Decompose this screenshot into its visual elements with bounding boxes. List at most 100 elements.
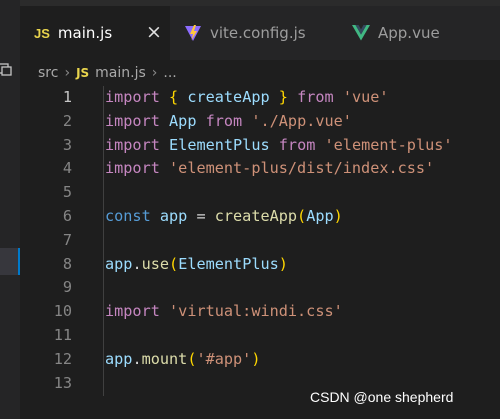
explorer-icon[interactable] xyxy=(0,62,12,76)
code-token: use xyxy=(141,254,170,273)
code-token: app xyxy=(105,254,133,273)
code-token: import xyxy=(105,159,160,178)
line-number: 12 xyxy=(53,349,72,368)
line-number: 1 xyxy=(62,88,72,106)
code-token: ( xyxy=(297,207,307,225)
code-text: app.use(ElementPlus) xyxy=(105,253,288,276)
code-token: import xyxy=(105,88,160,106)
code-token: import xyxy=(105,135,160,154)
breadcrumb-more[interactable]: ... xyxy=(163,65,176,81)
js-icon: JS xyxy=(76,66,90,80)
tab-label: vite.config.js xyxy=(210,24,306,42)
chevron-right-icon: › xyxy=(64,65,71,81)
code-text: app.mount('#app') xyxy=(105,348,261,371)
activity-bar xyxy=(0,0,20,419)
code-token: 'element-plus' xyxy=(324,135,453,154)
code-token: import xyxy=(105,111,160,130)
code-token: const xyxy=(105,207,151,225)
code-line[interactable]: 1 import { createApp } from 'vue' xyxy=(20,86,500,109)
code-token: createApp xyxy=(214,207,298,225)
code-token: } xyxy=(278,88,288,106)
js-icon: JS xyxy=(34,25,50,41)
line-number: 5 xyxy=(62,183,72,202)
code-line[interactable]: 12 app.mount('#app') xyxy=(20,348,500,371)
code-line[interactable]: 5 xyxy=(20,181,500,204)
code-token: import xyxy=(105,302,160,321)
breadcrumb-folder[interactable]: src xyxy=(38,65,58,81)
code-token: './App.vue' xyxy=(251,111,352,130)
code-token: 'virtual:windi.css' xyxy=(169,302,343,321)
line-number: 3 xyxy=(62,135,72,154)
code-line[interactable]: 8 app.use(ElementPlus) xyxy=(20,253,500,276)
code-token: from xyxy=(297,88,334,106)
vue-icon xyxy=(352,25,370,41)
code-token: from xyxy=(278,135,316,154)
editor-tabs: JS main.js × vite.config.js App.vue xyxy=(20,6,500,60)
line-number: 4 xyxy=(62,159,72,178)
code-token: 'element-plus/dist/index.css' xyxy=(169,159,435,178)
code-token: ) xyxy=(251,349,261,368)
line-number: 2 xyxy=(62,111,72,130)
code-token: from xyxy=(205,111,243,130)
code-line[interactable]: 9 xyxy=(20,276,500,299)
tab-label: main.js xyxy=(57,24,113,42)
activity-selected-indicator[interactable] xyxy=(0,248,20,275)
code-line[interactable]: 7 xyxy=(20,229,500,252)
code-text: import { createApp } from 'vue' xyxy=(105,86,389,109)
code-token: ) xyxy=(333,207,343,225)
code-line[interactable]: 10 import 'virtual:windi.css' xyxy=(20,300,500,323)
breadcrumb: src › JS main.js › ... xyxy=(38,62,177,84)
line-number: 10 xyxy=(53,302,72,321)
code-token: { xyxy=(169,88,179,106)
line-number: 7 xyxy=(62,230,72,249)
code-text: const app = createApp(App) xyxy=(105,205,343,228)
line-number: 13 xyxy=(53,373,72,392)
code-line[interactable]: 11 xyxy=(20,324,500,347)
code-text: import App from './App.vue' xyxy=(105,110,352,133)
watermark: CSDN @one shepherd xyxy=(310,389,454,405)
line-number: 11 xyxy=(53,326,72,344)
code-token: = xyxy=(187,207,215,225)
close-icon[interactable]: × xyxy=(146,23,162,42)
code-token: createApp xyxy=(187,88,270,106)
code-token: ( xyxy=(169,254,179,273)
breadcrumb-file[interactable]: main.js xyxy=(95,65,146,81)
code-token: '#app' xyxy=(196,349,252,368)
vite-icon xyxy=(185,25,201,41)
code-text: import 'virtual:windi.css' xyxy=(105,300,343,323)
code-token: 'vue' xyxy=(342,88,389,106)
line-number: 9 xyxy=(62,278,72,297)
code-line[interactable]: 2 import App from './App.vue' xyxy=(20,110,500,133)
code-token: mount xyxy=(141,349,188,368)
code-text: import ElementPlus from 'element-plus' xyxy=(105,134,453,157)
code-line[interactable]: 4 import 'element-plus/dist/index.css' xyxy=(20,157,500,180)
code-token: App xyxy=(169,111,197,130)
code-token: ElementPlus xyxy=(169,135,270,154)
tab-app-vue[interactable]: App.vue xyxy=(338,6,478,60)
line-number: 8 xyxy=(62,254,72,273)
code-token: . xyxy=(132,254,142,273)
line-number: 6 xyxy=(62,207,72,225)
tab-main-js[interactable]: JS main.js × xyxy=(20,6,170,60)
tab-vite-config[interactable]: vite.config.js xyxy=(170,6,338,60)
code-token: . xyxy=(132,349,142,368)
code-editor[interactable]: 1 import { createApp } from 'vue' 2 import … xyxy=(20,86,500,419)
code-line[interactable]: 6 const app = createApp(App) xyxy=(20,205,500,228)
code-token: ElementPlus xyxy=(178,254,279,273)
code-token: App xyxy=(306,207,334,225)
code-line[interactable]: 3 import ElementPlus from 'element-plus' xyxy=(20,134,500,157)
